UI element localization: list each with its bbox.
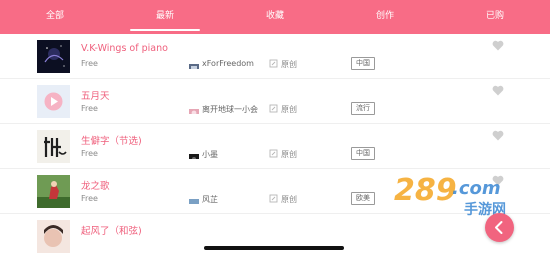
avatar <box>189 149 199 159</box>
song-title[interactable]: 五月天 <box>81 88 110 102</box>
cover-image <box>37 175 70 208</box>
heart-icon[interactable] <box>492 85 504 96</box>
song-row[interactable]: V.K-Wings of piano Free xForFreedom 原创 中… <box>0 34 550 79</box>
song-title[interactable]: 起风了（和弦) <box>81 223 142 237</box>
avatar <box>189 59 199 69</box>
author-name[interactable]: 离开地球一小会 <box>202 104 258 115</box>
heart-icon[interactable] <box>492 130 504 141</box>
author-name[interactable]: xForFreedom <box>202 59 254 68</box>
original-label: 原创 <box>281 105 297 114</box>
svg-text:.com: .com <box>452 178 501 199</box>
original-label: 原创 <box>281 150 297 159</box>
song-price: Free <box>81 149 98 158</box>
genre-tag: 中国 <box>351 57 375 70</box>
song-list: V.K-Wings of piano Free xForFreedom 原创 中… <box>0 34 550 254</box>
song-row[interactable]: 五月天 Free 离开地球一小会 原创 流行 <box>0 79 550 124</box>
cover-image <box>37 40 70 73</box>
document-icon <box>269 59 278 68</box>
document-icon <box>269 194 278 203</box>
genre-tag: 中国 <box>351 147 375 160</box>
song-price: Free <box>81 59 98 68</box>
home-indicator[interactable] <box>204 246 344 250</box>
tab-create[interactable]: 创作 <box>330 0 440 34</box>
song-row[interactable]: 生僻字（节选) Free 小墨 原创 中国 <box>0 124 550 169</box>
avatar <box>189 104 199 114</box>
chevron-left-icon <box>495 221 503 234</box>
cover-image <box>37 85 70 118</box>
watermark-logo: 289 .com 手游网 <box>394 173 506 218</box>
tab-purchased[interactable]: 已购 <box>440 0 550 34</box>
song-title[interactable]: 龙之歌 <box>81 178 110 192</box>
document-icon <box>269 149 278 158</box>
original-label: 原创 <box>281 195 297 204</box>
tab-all[interactable]: 全部 <box>0 0 110 34</box>
genre-tag: 流行 <box>351 102 375 115</box>
cover-image <box>37 130 70 163</box>
song-price: Free <box>81 194 98 203</box>
tab-latest[interactable]: 最新 <box>110 0 220 34</box>
genre-tag: 欧美 <box>351 192 375 205</box>
cover-image <box>37 220 70 253</box>
song-title[interactable]: V.K-Wings of piano <box>81 43 168 54</box>
author-name[interactable]: 风芷 <box>202 194 218 205</box>
song-price: Free <box>81 104 98 113</box>
avatar <box>189 194 199 204</box>
svg-text:289: 289 <box>394 173 457 208</box>
author-name[interactable]: 小墨 <box>202 149 218 160</box>
back-button[interactable] <box>485 213 514 242</box>
tab-favorites[interactable]: 收藏 <box>220 0 330 34</box>
song-title[interactable]: 生僻字（节选) <box>81 133 142 147</box>
heart-icon[interactable] <box>492 40 504 51</box>
document-icon <box>269 104 278 113</box>
original-label: 原创 <box>281 60 297 69</box>
tab-bar: 全部 最新 收藏 创作 已购 <box>0 0 550 34</box>
